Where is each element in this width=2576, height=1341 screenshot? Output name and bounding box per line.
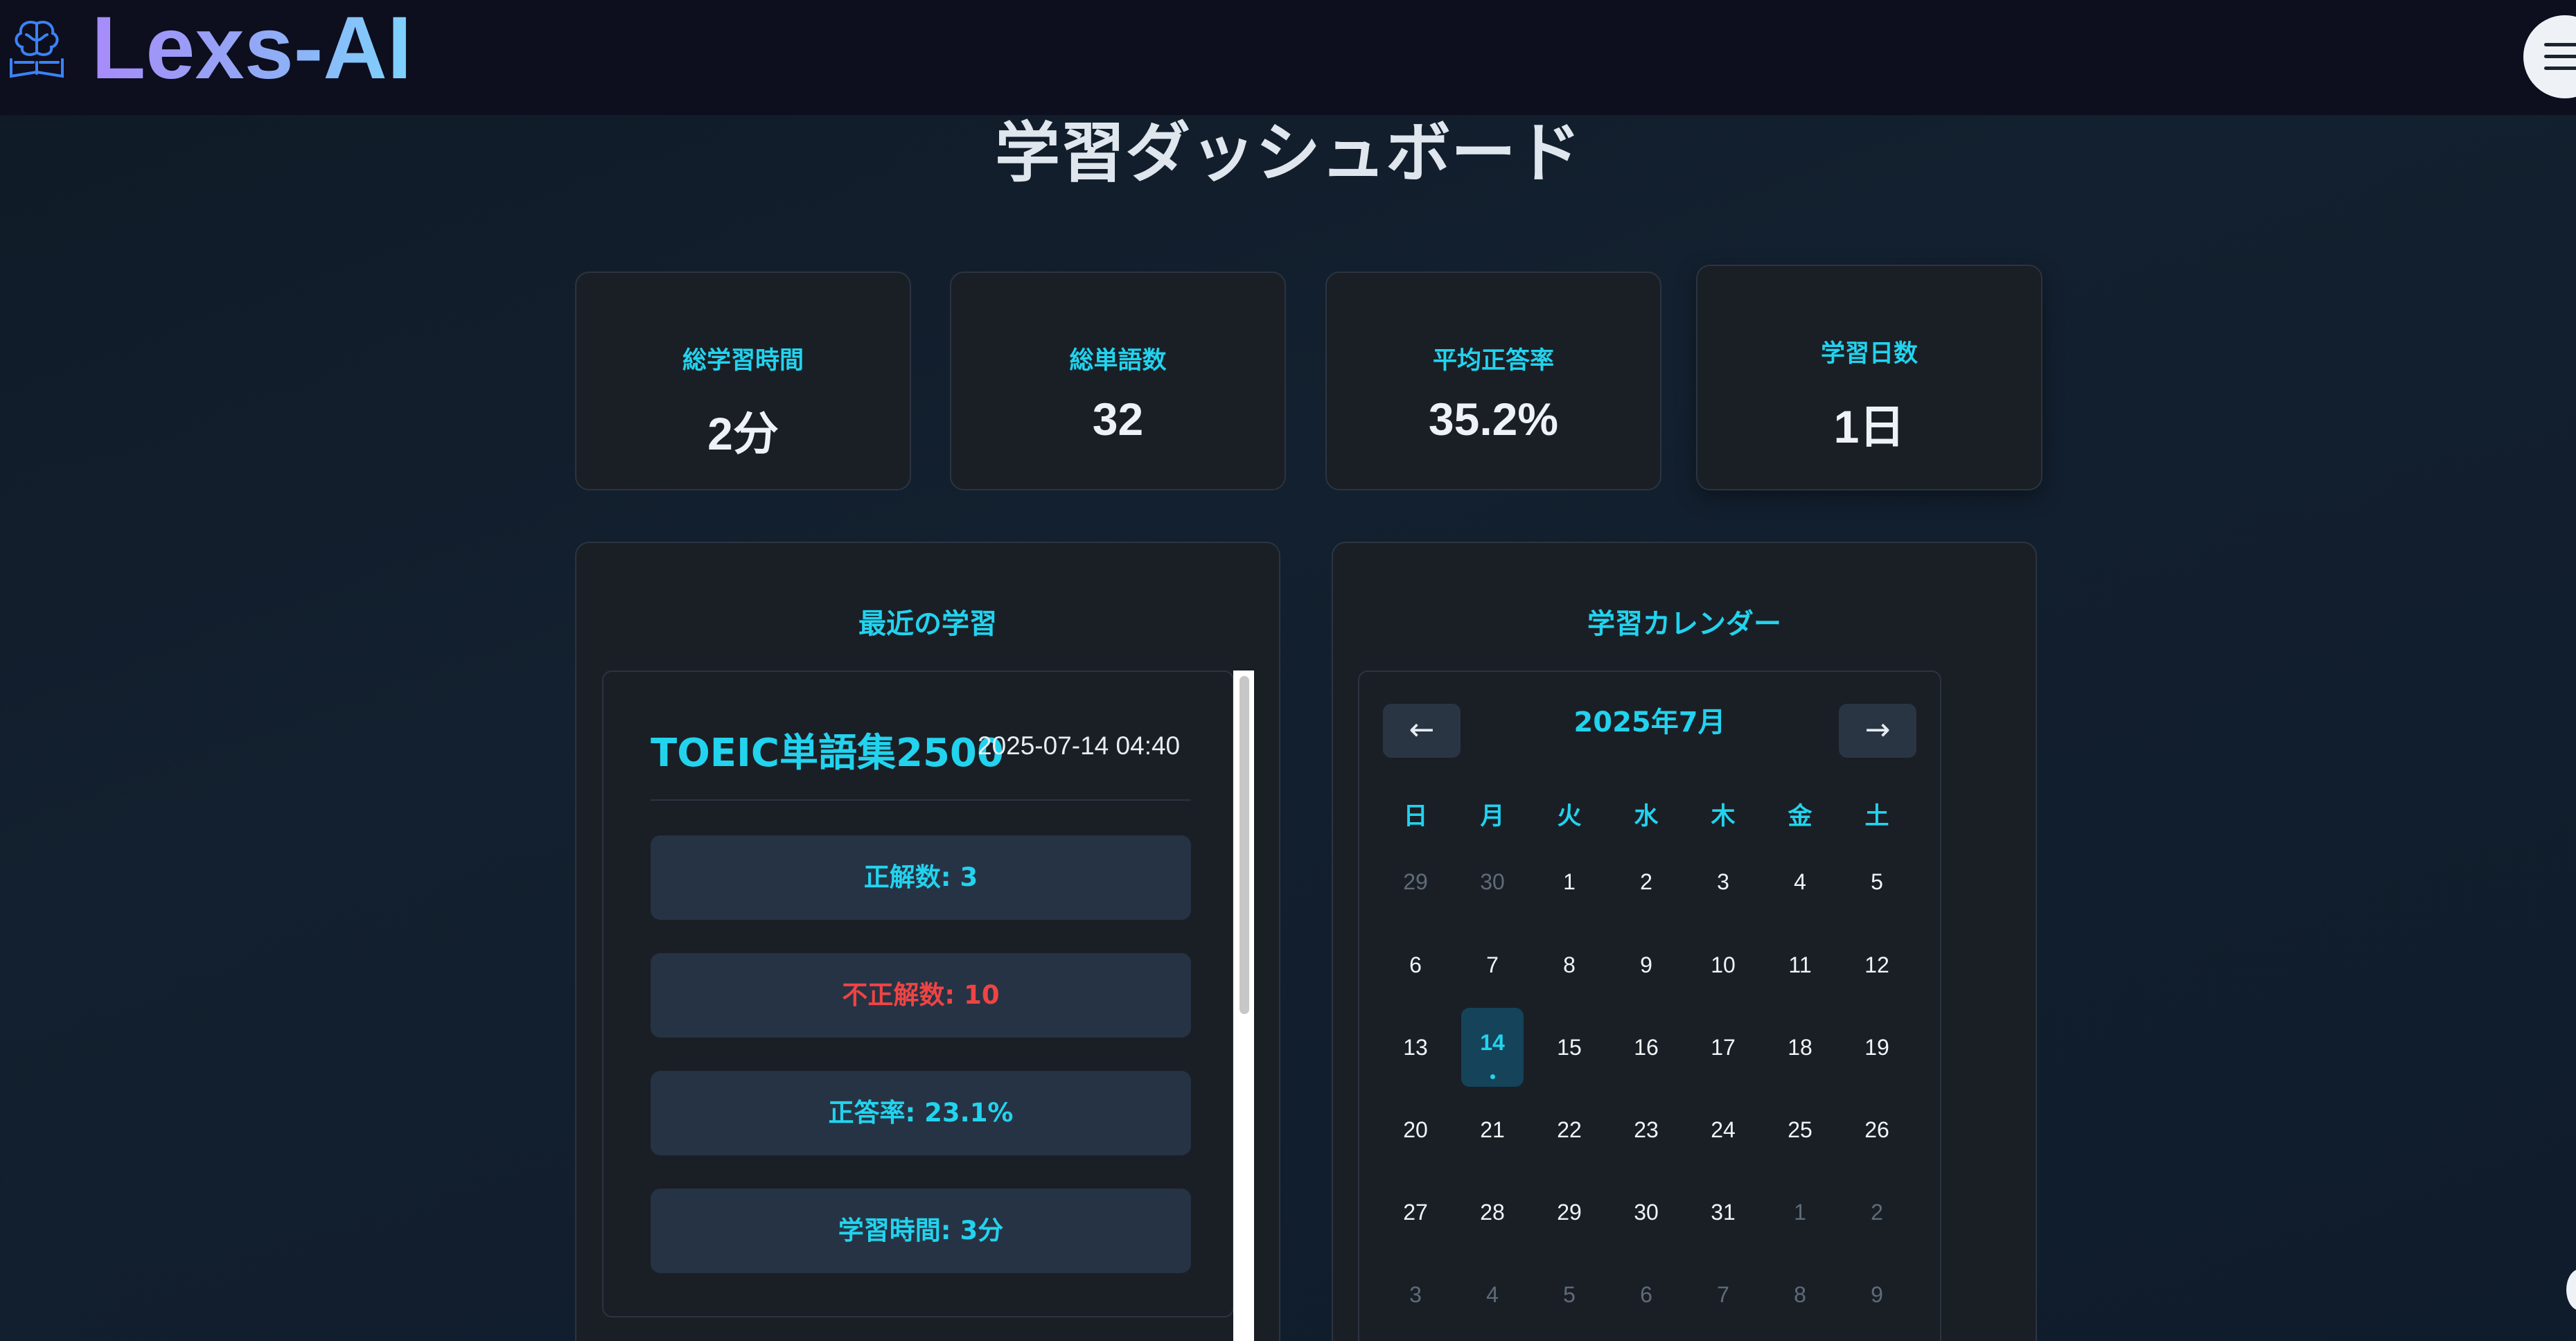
calendar-day[interactable]: 17: [1692, 1016, 1754, 1078]
calendar-day[interactable]: 22: [1538, 1099, 1600, 1161]
stat-label: 総学習時間: [682, 347, 804, 375]
calendar-weekday: 金: [1788, 803, 1812, 831]
hamburger-menu-icon: [2544, 43, 2576, 46]
calendar-day[interactable]: 13: [1384, 1016, 1447, 1078]
next-month-button[interactable]: →: [1839, 704, 1916, 758]
calendar-day[interactable]: 27: [1384, 1181, 1447, 1243]
calendar-day[interactable]: 3: [1692, 851, 1754, 913]
calendar-day[interactable]: 8: [1769, 1263, 1831, 1326]
stat-value: 35.2%: [1428, 393, 1559, 445]
calendar-day[interactable]: 9: [1615, 934, 1677, 996]
stat-label: 平均正答率: [1432, 347, 1554, 375]
floating-action-button[interactable]: [2566, 1269, 2576, 1311]
recent-study-list[interactable]: TOEIC単語集2500 2025-07-14 04:40 正解数: 3 不正解…: [602, 670, 1234, 1317]
calendar-day[interactable]: 30: [1461, 851, 1524, 913]
calendar-day-today[interactable]: 14: [1461, 1008, 1524, 1087]
calendar-day[interactable]: 29: [1384, 851, 1447, 913]
calendar-day[interactable]: 11: [1769, 934, 1831, 996]
calendar-day[interactable]: 5: [1846, 851, 1908, 913]
study-indicator-dot: [1490, 1074, 1495, 1079]
calendar-day[interactable]: 6: [1615, 1263, 1677, 1326]
calendar-weekday: 日: [1403, 803, 1428, 831]
stat-value: 1日: [1833, 401, 1905, 452]
brand-logo-text[interactable]: Lexs-AI: [91, 0, 412, 97]
calendar-day[interactable]: 24: [1692, 1099, 1754, 1161]
calendar-day[interactable]: 28: [1461, 1181, 1524, 1243]
study-time: 学習時間: 3分: [651, 1189, 1191, 1273]
study-calendar-title: 学習カレンダー: [1587, 608, 1781, 640]
calendar-day[interactable]: 29: [1538, 1181, 1600, 1243]
divider: [651, 799, 1191, 801]
stat-value: 2分: [707, 408, 779, 459]
calendar-day[interactable]: 1: [1769, 1181, 1831, 1243]
calendar-day[interactable]: 10: [1692, 934, 1754, 996]
calendar-day[interactable]: 15: [1538, 1016, 1600, 1078]
calendar-weekday: 月: [1480, 803, 1505, 831]
stat-card-total-time: 総学習時間 2分: [575, 272, 911, 490]
recent-item-date: 2025-07-14 04:40: [978, 731, 1181, 760]
calendar-day[interactable]: 12: [1846, 934, 1908, 996]
brain-book-icon: [10, 20, 64, 78]
calendar-day[interactable]: 8: [1538, 934, 1600, 996]
stat-card-total-words: 総単語数 32: [950, 272, 1286, 490]
calendar-weekday: 水: [1634, 803, 1659, 831]
hamburger-menu-icon-bar: [2544, 55, 2576, 58]
calendar-day[interactable]: 21: [1461, 1099, 1524, 1161]
calendar-day[interactable]: 31: [1692, 1181, 1754, 1243]
calendar-day[interactable]: 1: [1538, 851, 1600, 913]
page-title: 学習ダッシュボード: [994, 116, 1581, 191]
calendar-weekday: 火: [1557, 803, 1582, 831]
calendar-day[interactable]: 4: [1461, 1263, 1524, 1326]
hamburger-menu-icon-bar: [2544, 66, 2576, 70]
calendar-day[interactable]: 18: [1769, 1016, 1831, 1078]
hamburger-menu-button[interactable]: [2523, 15, 2576, 98]
correct-count: 正解数: 3: [651, 835, 1191, 920]
calendar-day[interactable]: 2: [1846, 1181, 1908, 1243]
accuracy-rate: 正答率: 23.1%: [651, 1071, 1191, 1155]
calendar-day[interactable]: 25: [1769, 1099, 1831, 1161]
calendar-day[interactable]: 4: [1769, 851, 1831, 913]
stat-card-average-accuracy: 平均正答率 35.2%: [1325, 272, 1661, 490]
recent-scrollbar-thumb[interactable]: [1240, 676, 1249, 1014]
recent-study-title: 最近の学習: [858, 608, 997, 640]
stat-value: 32: [1092, 393, 1144, 445]
calendar-day[interactable]: 6: [1384, 934, 1447, 996]
calendar-weekday: 木: [1711, 803, 1736, 831]
calendar-day[interactable]: 9: [1846, 1263, 1908, 1326]
calendar-day[interactable]: 3: [1384, 1263, 1447, 1326]
calendar-day[interactable]: 7: [1461, 934, 1524, 996]
calendar-day[interactable]: 7: [1692, 1263, 1754, 1326]
top-bar: Lexs-AI: [0, 0, 2576, 115]
recent-item-title: TOEIC単語集2500: [651, 731, 1004, 776]
stat-card-study-days: 学習日数 1日: [1696, 265, 2043, 490]
calendar-weekday: 土: [1864, 803, 1889, 831]
calendar-day[interactable]: 30: [1615, 1181, 1677, 1243]
calendar-day[interactable]: 26: [1846, 1099, 1908, 1161]
calendar-day[interactable]: 23: [1615, 1099, 1677, 1161]
calendar-day[interactable]: 16: [1615, 1016, 1677, 1078]
calendar-day[interactable]: 5: [1538, 1263, 1600, 1326]
calendar-day[interactable]: 20: [1384, 1099, 1447, 1161]
stat-label: 総単語数: [1069, 347, 1167, 375]
calendar-day[interactable]: 2: [1615, 851, 1677, 913]
calendar: ← 2025年7月 → 日月火水木金土 29 30 1 2 3 4 5 6 7 8 9 10 11 12 13…: [1358, 670, 1941, 1341]
incorrect-count: 不正解数: 10: [651, 953, 1191, 1038]
stat-label: 学習日数: [1820, 340, 1918, 368]
calendar-day[interactable]: 19: [1846, 1016, 1908, 1078]
